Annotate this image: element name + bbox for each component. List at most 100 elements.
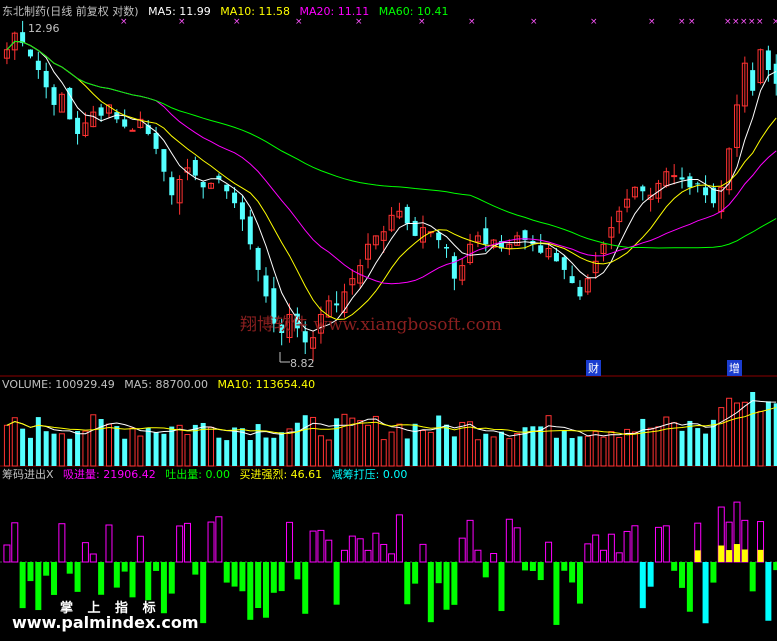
reduce-label: 减筹打压: 0.00 (331, 468, 408, 481)
spit-bar (168, 562, 175, 594)
volume-bar-down (263, 437, 269, 466)
signal-marker: × (530, 17, 538, 27)
spit-bar (294, 562, 301, 580)
volume-bar-up (11, 417, 18, 467)
volume-bar-down (561, 430, 567, 466)
spit-bar (427, 562, 434, 623)
absorb-bar (615, 552, 623, 563)
volume-bar-down (122, 438, 128, 466)
signal-marker: × (295, 17, 303, 27)
candle-down (765, 50, 771, 71)
signal-marker: × (468, 17, 476, 27)
candle-down (192, 160, 198, 176)
signal-marker: × (590, 17, 598, 27)
candle-down (561, 257, 567, 270)
absorb-bar (286, 521, 294, 563)
strong-buy-label: 买进强烈: 46.61 (239, 468, 323, 481)
candle-down (263, 275, 269, 297)
volume-ma10-line (6, 406, 777, 436)
spit-bar (19, 562, 26, 609)
absorb-bar (348, 535, 356, 563)
spit-bar (153, 562, 160, 571)
spit-bar (553, 562, 560, 625)
volume-bar-up (105, 423, 112, 467)
spit-bar (569, 562, 576, 583)
volume-bar-up (631, 431, 638, 467)
volume-bar-up (176, 424, 183, 467)
absorb-bar (81, 542, 89, 563)
event-label-finance[interactable]: 财 (586, 360, 601, 376)
absorb-bar (466, 519, 474, 563)
absorb-bar (607, 533, 615, 563)
candle-down (687, 176, 693, 188)
absorb-bar (584, 543, 592, 563)
spit-bar (66, 562, 73, 574)
volume-bar-up (490, 436, 497, 467)
spit-bar (74, 562, 81, 592)
volume-bar-up (718, 407, 725, 467)
candle-up (671, 175, 678, 178)
signal-marker: × (418, 17, 426, 27)
price-legend: 东北制药(日线 前复权 对数) MA5: 11.99 MA10: 11.58 M… (2, 5, 454, 18)
volume-bar-down (687, 420, 693, 466)
volume-bar-down (271, 437, 277, 466)
volume-bar-down (695, 428, 701, 466)
ma20-label: MA20: 11.11 (299, 5, 370, 18)
stock-title: 东北制药(日线 前复权 对数) (2, 5, 139, 18)
volume-legend: VOLUME: 100929.49 MA5: 88700.00 MA10: 11… (2, 378, 321, 391)
volume-bar-down (640, 418, 646, 466)
signal-marker: × (688, 17, 696, 27)
spit-bar (129, 562, 136, 598)
absorb-bar (3, 544, 11, 563)
absorb-bar (176, 525, 184, 563)
candle-down (703, 187, 709, 196)
candle-down (161, 149, 167, 172)
candle-down (98, 107, 104, 116)
candle-down (538, 245, 544, 253)
absorb-bar (458, 537, 466, 563)
event-label-increase[interactable]: 增 (727, 360, 742, 376)
volume-bar-up (600, 436, 607, 467)
volume-bar-up (325, 439, 332, 467)
volume-bar-down (294, 422, 300, 466)
volume-bar-down (679, 430, 685, 466)
candle-down (200, 182, 206, 188)
spit-bar (773, 562, 777, 571)
signal-marker: × (233, 17, 241, 27)
high-price-label: 12.96 (28, 22, 60, 35)
volume-bar-up (655, 426, 662, 467)
spit-bar (576, 562, 583, 604)
absorb-bar (380, 543, 388, 563)
candle-down (51, 87, 57, 105)
candle-down (577, 286, 583, 297)
absorb-bar (513, 527, 521, 563)
absorb-bar (11, 522, 19, 563)
signal-marker: × (740, 17, 748, 27)
volume-bar-up (514, 432, 521, 467)
spit-bar (160, 562, 167, 614)
volume-bar-up (584, 435, 591, 467)
signal-marker: × (772, 17, 777, 27)
spit-bar (113, 562, 120, 588)
spit-bar (51, 562, 58, 595)
candle-down (43, 70, 49, 88)
candle-down (695, 183, 701, 185)
spit-bar (223, 562, 230, 583)
candle-down (640, 186, 646, 192)
ma60-label: MA60: 10.41 (378, 5, 449, 18)
spit-bar (686, 562, 693, 612)
volume-bar-down (114, 426, 120, 466)
volume-bar-down (279, 432, 285, 466)
spit-bar (529, 562, 536, 571)
volume-bar-down (404, 438, 410, 466)
volume-bar-down (302, 415, 308, 466)
volume-bar-down (765, 401, 771, 466)
candle-down (27, 49, 33, 57)
spit-bar (710, 562, 717, 583)
absorb-bar (215, 516, 223, 563)
volume-bar-down (35, 417, 41, 466)
spit-bar (255, 562, 262, 608)
watermark-xiangbo: 翔博软件 www.xiangbosoft.com (240, 315, 502, 335)
strong-buy-bar (718, 545, 725, 562)
spit-bar (482, 562, 489, 578)
